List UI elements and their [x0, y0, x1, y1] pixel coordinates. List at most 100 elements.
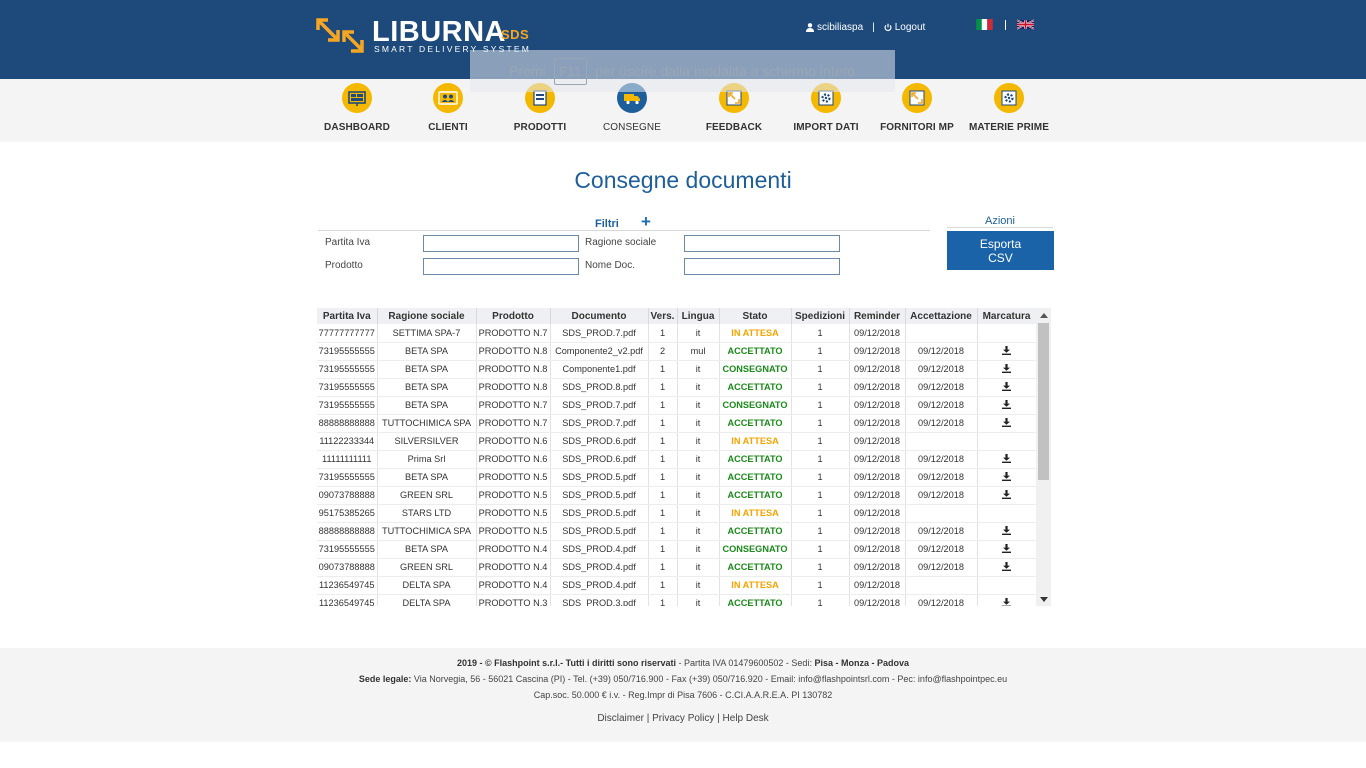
cell-lingua: mul: [677, 342, 720, 361]
table-row[interactable]: 09073788888 GREEN SRL PRODOTTO N.5 SDS_PROD…: [317, 486, 1037, 505]
column-header[interactable]: Spedizioni: [791, 308, 850, 324]
table-row[interactable]: 73195555555 BETA SPA PRODOTTO N.8 Component…: [317, 342, 1037, 361]
cell-stato: ACCETTATO: [719, 558, 792, 577]
prodotto-input[interactable]: [423, 258, 579, 275]
ragione-sociale-input[interactable]: [684, 235, 840, 252]
cell-accettazione: 09/12/2018: [905, 450, 978, 469]
table-row[interactable]: 11122233344 SILVERSILVER PRODOTTO N.6 SDS_P…: [317, 432, 1037, 451]
disclaimer-link[interactable]: Disclaimer: [597, 713, 644, 724]
table-row[interactable]: 11111111111 Prima Srl PRODOTTO N.6 SDS_PROD…: [317, 450, 1037, 469]
table-row[interactable]: 11236549745 DELTA SPA PRODOTTO N.3 SDS_PROD…: [317, 594, 1037, 607]
cell-reminder: 09/12/2018: [849, 378, 906, 397]
filters-title: Filtri: [595, 218, 619, 230]
nome-doc-input[interactable]: [684, 258, 840, 275]
cell-prodotto: PRODOTTO N.7: [476, 414, 551, 433]
table-scrollbar[interactable]: [1036, 308, 1051, 606]
nav-label-fornitori-mp: FORNITORI MP: [880, 122, 954, 133]
table-row[interactable]: 77777777777 SETTIMA SPA-7 PRODOTTO N.7 SDS_…: [317, 324, 1037, 343]
cell-versione: 1: [648, 486, 678, 505]
download-icon[interactable]: [1002, 381, 1011, 391]
cell-stato: ACCETTATO: [719, 450, 792, 469]
nav-label-consegne: CONSEGNE: [602, 122, 662, 133]
footer-copyright: 2019 - © Flashpoint s.r.l.- Tutti i diri…: [457, 658, 677, 668]
column-header[interactable]: Ragione sociale: [377, 308, 477, 324]
cell-reminder: 09/12/2018: [849, 486, 906, 505]
table-row[interactable]: 73195555555 BETA SPA PRODOTTO N.8 SDS_PROD.…: [317, 378, 1037, 397]
download-icon[interactable]: [1002, 525, 1011, 535]
power-icon: [884, 23, 892, 32]
scroll-up-arrow-icon[interactable]: [1036, 308, 1051, 322]
cell-lingua: it: [677, 468, 720, 487]
nav-item-dashboard[interactable]: DASHBOARD: [307, 83, 407, 133]
download-icon[interactable]: [1002, 417, 1011, 427]
download-icon[interactable]: [1002, 561, 1011, 571]
italian-flag-icon[interactable]: [976, 19, 993, 30]
cell-versione: 1: [648, 378, 678, 397]
logout-link[interactable]: Logout: [895, 22, 926, 33]
column-header[interactable]: Stato: [719, 308, 792, 324]
cell-marcatura: [977, 414, 1037, 433]
scroll-down-arrow-icon[interactable]: [1036, 592, 1051, 606]
partita-iva-input[interactable]: [423, 235, 579, 252]
cell-spedizioni: 1: [791, 558, 850, 577]
cell-marcatura: [977, 360, 1037, 379]
flag-separator: [1005, 19, 1006, 30]
page-title: Consegne documenti: [574, 167, 792, 193]
cell-reminder: 09/12/2018: [849, 522, 906, 541]
column-header[interactable]: Marcatura: [977, 308, 1037, 324]
cell-documento: SDS_PROD.6.pdf: [550, 432, 649, 451]
nav-item-materie-prime[interactable]: MATERIE PRIME: [959, 83, 1059, 133]
column-header[interactable]: Reminder: [849, 308, 906, 324]
table-row[interactable]: 73195555555 BETA SPA PRODOTTO N.5 SDS_PROD.…: [317, 468, 1037, 487]
table-row[interactable]: 88888888888 TUTTOCHIMICA SPA PRODOTTO N.5 S…: [317, 522, 1037, 541]
cell-stato: CONSEGNATO: [719, 540, 792, 559]
download-icon[interactable]: [1002, 489, 1011, 499]
cell-prodotto: PRODOTTO N.8: [476, 360, 551, 379]
table-row[interactable]: 11236549745 DELTA SPA PRODOTTO N.4 SDS_PROD…: [317, 576, 1037, 595]
cell-marcatura: [977, 378, 1037, 397]
filters-expand-icon[interactable]: +: [641, 212, 651, 232]
actions-title: Azioni: [985, 215, 1015, 227]
download-icon[interactable]: [1002, 399, 1011, 409]
cell-reminder: 09/12/2018: [849, 468, 906, 487]
cell-prodotto: PRODOTTO N.4: [476, 558, 551, 577]
privacy-policy-link[interactable]: Privacy Policy: [652, 713, 714, 724]
column-header[interactable]: Vers.: [648, 308, 678, 324]
cell-prodotto: PRODOTTO N.7: [476, 396, 551, 415]
table-row[interactable]: 73195555555 BETA SPA PRODOTTO N.4 SDS_PROD.…: [317, 540, 1037, 559]
cell-documento: Componente1.pdf: [550, 360, 649, 379]
cell-reminder: 09/12/2018: [849, 540, 906, 559]
download-icon[interactable]: [1002, 471, 1011, 481]
table-row[interactable]: 73195555555 BETA SPA PRODOTTO N.8 Component…: [317, 360, 1037, 379]
column-header[interactable]: Accettazione: [905, 308, 978, 324]
download-icon[interactable]: [1002, 543, 1011, 553]
username[interactable]: scibiliaspa: [817, 22, 863, 33]
cell-spedizioni: 1: [791, 468, 850, 487]
download-icon[interactable]: [1002, 345, 1011, 355]
cell-prodotto: PRODOTTO N.4: [476, 540, 551, 559]
download-icon[interactable]: [1002, 453, 1011, 463]
column-header[interactable]: Partita Iva: [317, 308, 378, 324]
user-icon: [806, 23, 814, 32]
table-row[interactable]: 88888888888 TUTTOCHIMICA SPA PRODOTTO N.7 S…: [317, 414, 1037, 433]
footer-sede-text: Via Norvegia, 56 - 56021 Cascina (PI) - …: [411, 674, 1008, 684]
cell-spedizioni: 1: [791, 360, 850, 379]
table-row[interactable]: 73195555555 BETA SPA PRODOTTO N.7 SDS_PROD.…: [317, 396, 1037, 415]
nome-doc-label: Nome Doc.: [585, 260, 636, 271]
cell-ragione-sociale: SILVERSILVER: [377, 432, 477, 451]
footer-piva: - Partita IVA 01479600502 - Sedi:: [676, 658, 815, 668]
export-csv-button[interactable]: Esporta CSV: [947, 231, 1054, 270]
table-row[interactable]: 95175385265 STARS LTD PRODOTTO N.5 SDS_PROD…: [317, 504, 1037, 523]
column-header[interactable]: Lingua: [677, 308, 720, 324]
cell-marcatura: [977, 324, 1037, 343]
help-desk-link[interactable]: Help Desk: [723, 713, 769, 724]
uk-flag-icon[interactable]: [1017, 19, 1034, 30]
scrollbar-thumb[interactable]: [1038, 323, 1049, 480]
cell-partita-iva: 73195555555: [317, 468, 378, 487]
download-icon[interactable]: [1002, 597, 1011, 607]
column-header[interactable]: Documento: [550, 308, 649, 324]
download-icon[interactable]: [1002, 363, 1011, 373]
cell-versione: 1: [648, 576, 678, 595]
column-header[interactable]: Prodotto: [476, 308, 551, 324]
table-row[interactable]: 09073788888 GREEN SRL PRODOTTO N.4 SDS_PROD…: [317, 558, 1037, 577]
